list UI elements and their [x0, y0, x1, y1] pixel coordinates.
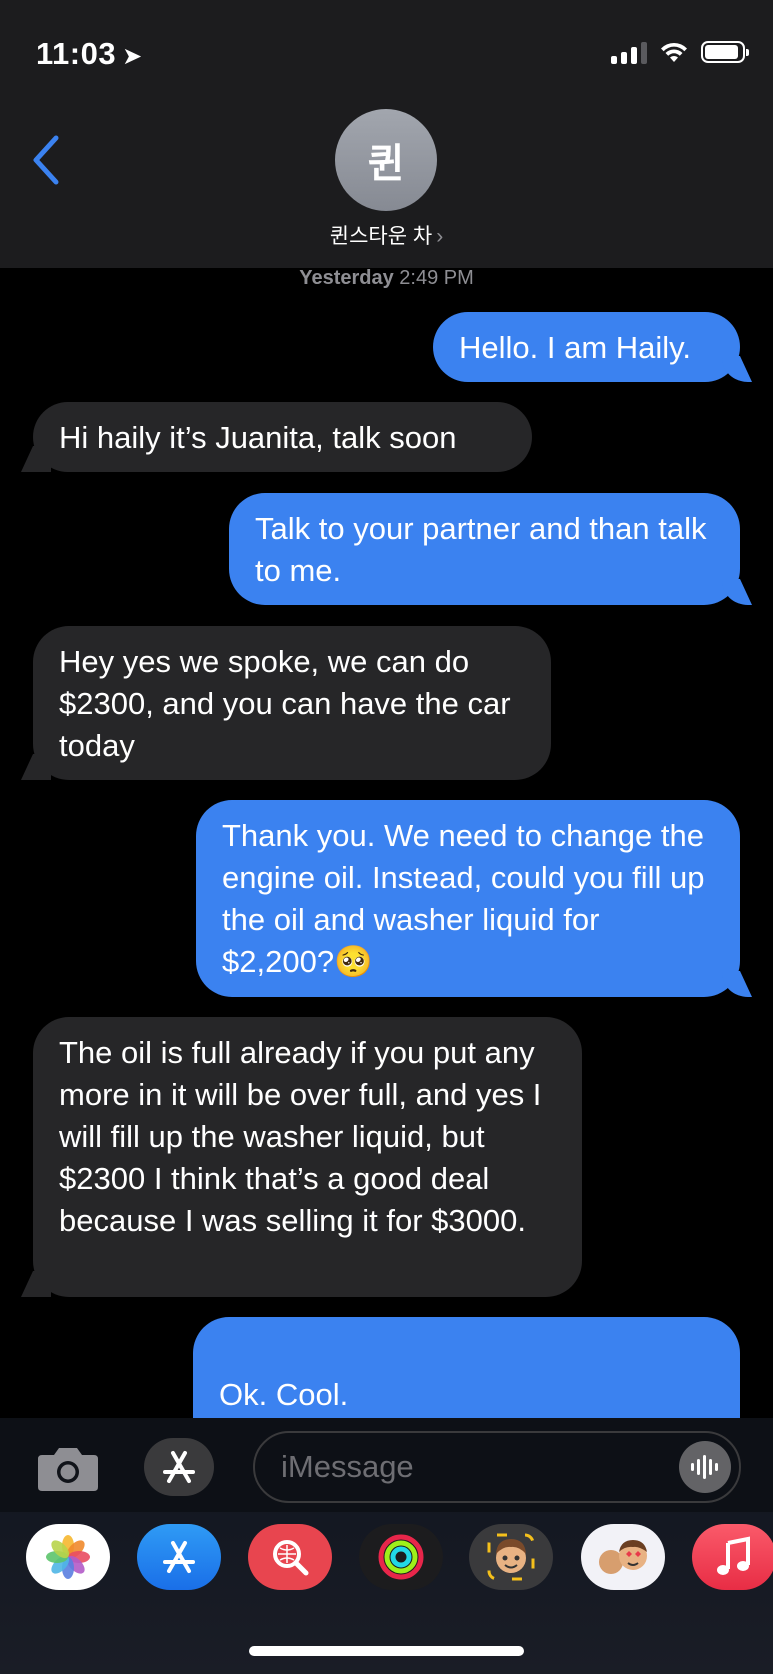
activity-icon[interactable]: [359, 1524, 443, 1590]
contact-avatar[interactable]: 퀸: [335, 109, 437, 211]
avatar-initial: 퀸: [367, 142, 405, 186]
app-store-icon[interactable]: [137, 1524, 221, 1590]
app-store-button[interactable]: [144, 1438, 214, 1496]
back-chevron-icon[interactable]: [28, 132, 68, 188]
sent-message[interactable]: Talk to your partner and than talk to me…: [229, 493, 740, 605]
camera-icon[interactable]: [36, 1443, 100, 1493]
message-input-placeholder: iMessage: [281, 1449, 414, 1484]
received-message[interactable]: Hey yes we spoke, we can do $2300, and y…: [33, 626, 551, 780]
app-store-icon: [163, 1451, 195, 1483]
photos-icon[interactable]: [26, 1524, 110, 1590]
status-time: 11:03 ➤: [36, 36, 143, 71]
received-message[interactable]: The oil is full already if you put any m…: [33, 1017, 582, 1297]
status-icons: [611, 40, 749, 64]
wifi-icon: [661, 42, 687, 62]
contact-name-button[interactable]: 퀸스타운 차 ›: [0, 220, 773, 250]
sent-message[interactable]: Thank you. We need to change the engine …: [196, 800, 740, 997]
music-icon[interactable]: [692, 1524, 773, 1590]
sent-message[interactable]: Hello. I am Haily.: [433, 312, 740, 382]
message-input[interactable]: iMessage: [253, 1431, 741, 1503]
battery-icon: [701, 41, 749, 63]
message-timestamp: Yesterday 2:49 PM: [299, 267, 474, 289]
location-arrow-icon: ➤: [122, 43, 143, 70]
memoji-icon[interactable]: [469, 1524, 553, 1590]
home-indicator[interactable]: [249, 1646, 524, 1656]
audio-message-icon[interactable]: [679, 1441, 731, 1493]
cellular-signal-icon: [611, 40, 647, 64]
contact-name: 퀸스타운 차: [329, 225, 433, 248]
received-message[interactable]: Hi haily it’s Juanita, talk soon: [33, 402, 532, 472]
images-search-icon[interactable]: [248, 1524, 332, 1590]
memoji-stickers-icon[interactable]: [581, 1524, 665, 1590]
chevron-right-icon: ›: [436, 225, 444, 248]
